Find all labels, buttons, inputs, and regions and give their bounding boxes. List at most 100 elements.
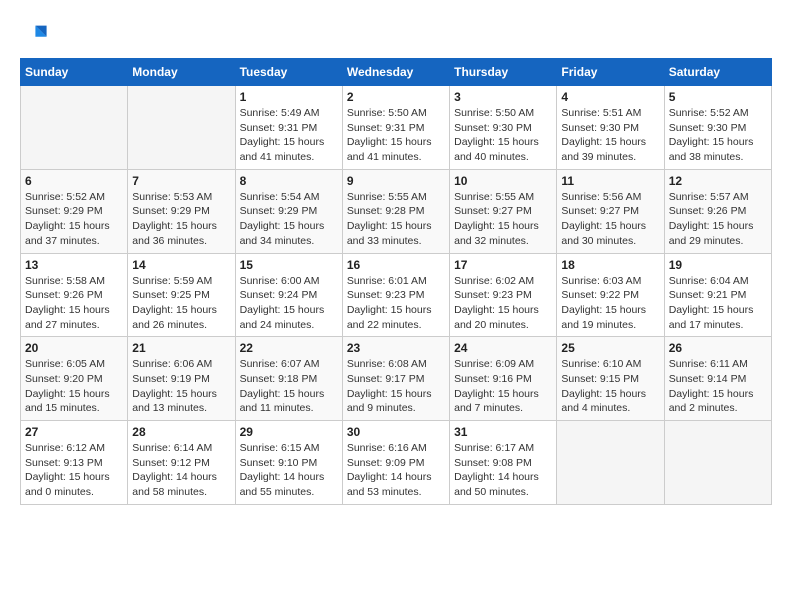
day-number: 29 (240, 425, 338, 439)
calendar-day-cell: 30 Sunrise: 6:16 AM Sunset: 9:09 PM Dayli… (342, 421, 449, 505)
day-of-week-header: Monday (128, 59, 235, 86)
day-sun-info: Sunrise: 6:04 AM Sunset: 9:21 PM Dayligh… (669, 274, 767, 333)
day-number: 21 (132, 341, 230, 355)
calendar-day-cell: 12 Sunrise: 5:57 AM Sunset: 9:26 PM Dayli… (664, 169, 771, 253)
calendar-day-cell: 14Sunrise: 5:59 AM Sunset: 9:25 PM Dayli… (128, 253, 235, 337)
day-number: 2 (347, 90, 445, 104)
day-sun-info: Sunrise: 5:56 AM Sunset: 9:27 PM Dayligh… (561, 190, 659, 249)
calendar-header-row: SundayMondayTuesdayWednesdayThursdayFrid… (21, 59, 772, 86)
day-of-week-header: Saturday (664, 59, 771, 86)
calendar-day-cell: 29 Sunrise: 6:15 AM Sunset: 9:10 PM Dayli… (235, 421, 342, 505)
day-sun-info: Sunrise: 6:03 AM Sunset: 9:22 PM Dayligh… (561, 274, 659, 333)
calendar-day-cell: 22 Sunrise: 6:07 AM Sunset: 9:18 PM Dayli… (235, 337, 342, 421)
day-number: 27 (25, 425, 123, 439)
calendar-day-cell (21, 86, 128, 170)
calendar-day-cell: 15 Sunrise: 6:00 AM Sunset: 9:24 PM Dayli… (235, 253, 342, 337)
day-number: 22 (240, 341, 338, 355)
calendar-week-row: 6 Sunrise: 5:52 AM Sunset: 9:29 PM Daylig… (21, 169, 772, 253)
calendar-day-cell: 9 Sunrise: 5:55 AM Sunset: 9:28 PM Daylig… (342, 169, 449, 253)
calendar-day-cell: 10 Sunrise: 5:55 AM Sunset: 9:27 PM Dayli… (450, 169, 557, 253)
calendar-day-cell: 31Sunrise: 6:17 AM Sunset: 9:08 PM Dayli… (450, 421, 557, 505)
calendar-day-cell: 18 Sunrise: 6:03 AM Sunset: 9:22 PM Dayli… (557, 253, 664, 337)
day-sun-info: Sunrise: 6:09 AM Sunset: 9:16 PM Dayligh… (454, 357, 552, 416)
day-sun-info: Sunrise: 6:06 AM Sunset: 9:19 PM Dayligh… (132, 357, 230, 416)
day-number: 15 (240, 258, 338, 272)
day-number: 8 (240, 174, 338, 188)
calendar-day-cell: 19 Sunrise: 6:04 AM Sunset: 9:21 PM Dayli… (664, 253, 771, 337)
calendar-day-cell: 2Sunrise: 5:50 AM Sunset: 9:31 PM Daylig… (342, 86, 449, 170)
calendar-day-cell: 27 Sunrise: 6:12 AM Sunset: 9:13 PM Dayli… (21, 421, 128, 505)
day-number: 28 (132, 425, 230, 439)
day-sun-info: Sunrise: 5:55 AM Sunset: 9:27 PM Dayligh… (454, 190, 552, 249)
calendar-day-cell: 8 Sunrise: 5:54 AM Sunset: 9:29 PM Daylig… (235, 169, 342, 253)
day-of-week-header: Thursday (450, 59, 557, 86)
day-sun-info: Sunrise: 6:02 AM Sunset: 9:23 PM Dayligh… (454, 274, 552, 333)
day-number: 9 (347, 174, 445, 188)
day-number: 11 (561, 174, 659, 188)
day-of-week-header: Wednesday (342, 59, 449, 86)
day-number: 7 (132, 174, 230, 188)
calendar-day-cell: 7 Sunrise: 5:53 AM Sunset: 9:29 PM Daylig… (128, 169, 235, 253)
calendar-week-row: 1 Sunrise: 5:49 AM Sunset: 9:31 PM Daylig… (21, 86, 772, 170)
day-sun-info: Sunrise: 6:00 AM Sunset: 9:24 PM Dayligh… (240, 274, 338, 333)
calendar-week-row: 13 Sunrise: 5:58 AM Sunset: 9:26 PM Dayli… (21, 253, 772, 337)
calendar-day-cell: 20Sunrise: 6:05 AM Sunset: 9:20 PM Dayli… (21, 337, 128, 421)
calendar-week-row: 27 Sunrise: 6:12 AM Sunset: 9:13 PM Dayli… (21, 421, 772, 505)
calendar-day-cell: 24 Sunrise: 6:09 AM Sunset: 9:16 PM Dayli… (450, 337, 557, 421)
day-sun-info: Sunrise: 6:15 AM Sunset: 9:10 PM Dayligh… (240, 441, 338, 500)
calendar-day-cell: 5Sunrise: 5:52 AM Sunset: 9:30 PM Daylig… (664, 86, 771, 170)
day-sun-info: Sunrise: 6:12 AM Sunset: 9:13 PM Dayligh… (25, 441, 123, 500)
calendar-day-cell: 16Sunrise: 6:01 AM Sunset: 9:23 PM Dayli… (342, 253, 449, 337)
calendar-week-row: 20Sunrise: 6:05 AM Sunset: 9:20 PM Dayli… (21, 337, 772, 421)
day-number: 23 (347, 341, 445, 355)
calendar-day-cell (128, 86, 235, 170)
day-sun-info: Sunrise: 6:14 AM Sunset: 9:12 PM Dayligh… (132, 441, 230, 500)
calendar-day-cell: 1 Sunrise: 5:49 AM Sunset: 9:31 PM Daylig… (235, 86, 342, 170)
day-number: 4 (561, 90, 659, 104)
day-number: 13 (25, 258, 123, 272)
day-sun-info: Sunrise: 5:53 AM Sunset: 9:29 PM Dayligh… (132, 190, 230, 249)
day-sun-info: Sunrise: 6:08 AM Sunset: 9:17 PM Dayligh… (347, 357, 445, 416)
day-number: 18 (561, 258, 659, 272)
day-number: 1 (240, 90, 338, 104)
day-number: 6 (25, 174, 123, 188)
day-number: 17 (454, 258, 552, 272)
day-number: 14 (132, 258, 230, 272)
day-number: 3 (454, 90, 552, 104)
day-number: 30 (347, 425, 445, 439)
day-sun-info: Sunrise: 5:54 AM Sunset: 9:29 PM Dayligh… (240, 190, 338, 249)
day-sun-info: Sunrise: 5:52 AM Sunset: 9:30 PM Dayligh… (669, 106, 767, 165)
day-sun-info: Sunrise: 6:05 AM Sunset: 9:20 PM Dayligh… (25, 357, 123, 416)
day-sun-info: Sunrise: 6:16 AM Sunset: 9:09 PM Dayligh… (347, 441, 445, 500)
logo (20, 20, 52, 48)
calendar-day-cell: 28 Sunrise: 6:14 AM Sunset: 9:12 PM Dayli… (128, 421, 235, 505)
day-number: 24 (454, 341, 552, 355)
day-sun-info: Sunrise: 5:49 AM Sunset: 9:31 PM Dayligh… (240, 106, 338, 165)
day-number: 12 (669, 174, 767, 188)
calendar-day-cell: 25 Sunrise: 6:10 AM Sunset: 9:15 PM Dayli… (557, 337, 664, 421)
day-sun-info: Sunrise: 5:55 AM Sunset: 9:28 PM Dayligh… (347, 190, 445, 249)
page-header (20, 20, 772, 48)
calendar-day-cell: 11 Sunrise: 5:56 AM Sunset: 9:27 PM Dayli… (557, 169, 664, 253)
day-of-week-header: Tuesday (235, 59, 342, 86)
day-number: 10 (454, 174, 552, 188)
day-sun-info: Sunrise: 6:17 AM Sunset: 9:08 PM Dayligh… (454, 441, 552, 500)
day-sun-info: Sunrise: 6:10 AM Sunset: 9:15 PM Dayligh… (561, 357, 659, 416)
calendar-table: SundayMondayTuesdayWednesdayThursdayFrid… (20, 58, 772, 505)
day-sun-info: Sunrise: 5:58 AM Sunset: 9:26 PM Dayligh… (25, 274, 123, 333)
day-number: 19 (669, 258, 767, 272)
calendar-day-cell: 4 Sunrise: 5:51 AM Sunset: 9:30 PM Daylig… (557, 86, 664, 170)
day-of-week-header: Friday (557, 59, 664, 86)
day-sun-info: Sunrise: 5:57 AM Sunset: 9:26 PM Dayligh… (669, 190, 767, 249)
day-number: 16 (347, 258, 445, 272)
calendar-day-cell: 26Sunrise: 6:11 AM Sunset: 9:14 PM Dayli… (664, 337, 771, 421)
calendar-day-cell (664, 421, 771, 505)
day-sun-info: Sunrise: 5:51 AM Sunset: 9:30 PM Dayligh… (561, 106, 659, 165)
day-sun-info: Sunrise: 6:11 AM Sunset: 9:14 PM Dayligh… (669, 357, 767, 416)
day-sun-info: Sunrise: 5:52 AM Sunset: 9:29 PM Dayligh… (25, 190, 123, 249)
day-number: 25 (561, 341, 659, 355)
day-sun-info: Sunrise: 5:50 AM Sunset: 9:30 PM Dayligh… (454, 106, 552, 165)
calendar-day-cell: 6 Sunrise: 5:52 AM Sunset: 9:29 PM Daylig… (21, 169, 128, 253)
day-sun-info: Sunrise: 6:07 AM Sunset: 9:18 PM Dayligh… (240, 357, 338, 416)
day-of-week-header: Sunday (21, 59, 128, 86)
